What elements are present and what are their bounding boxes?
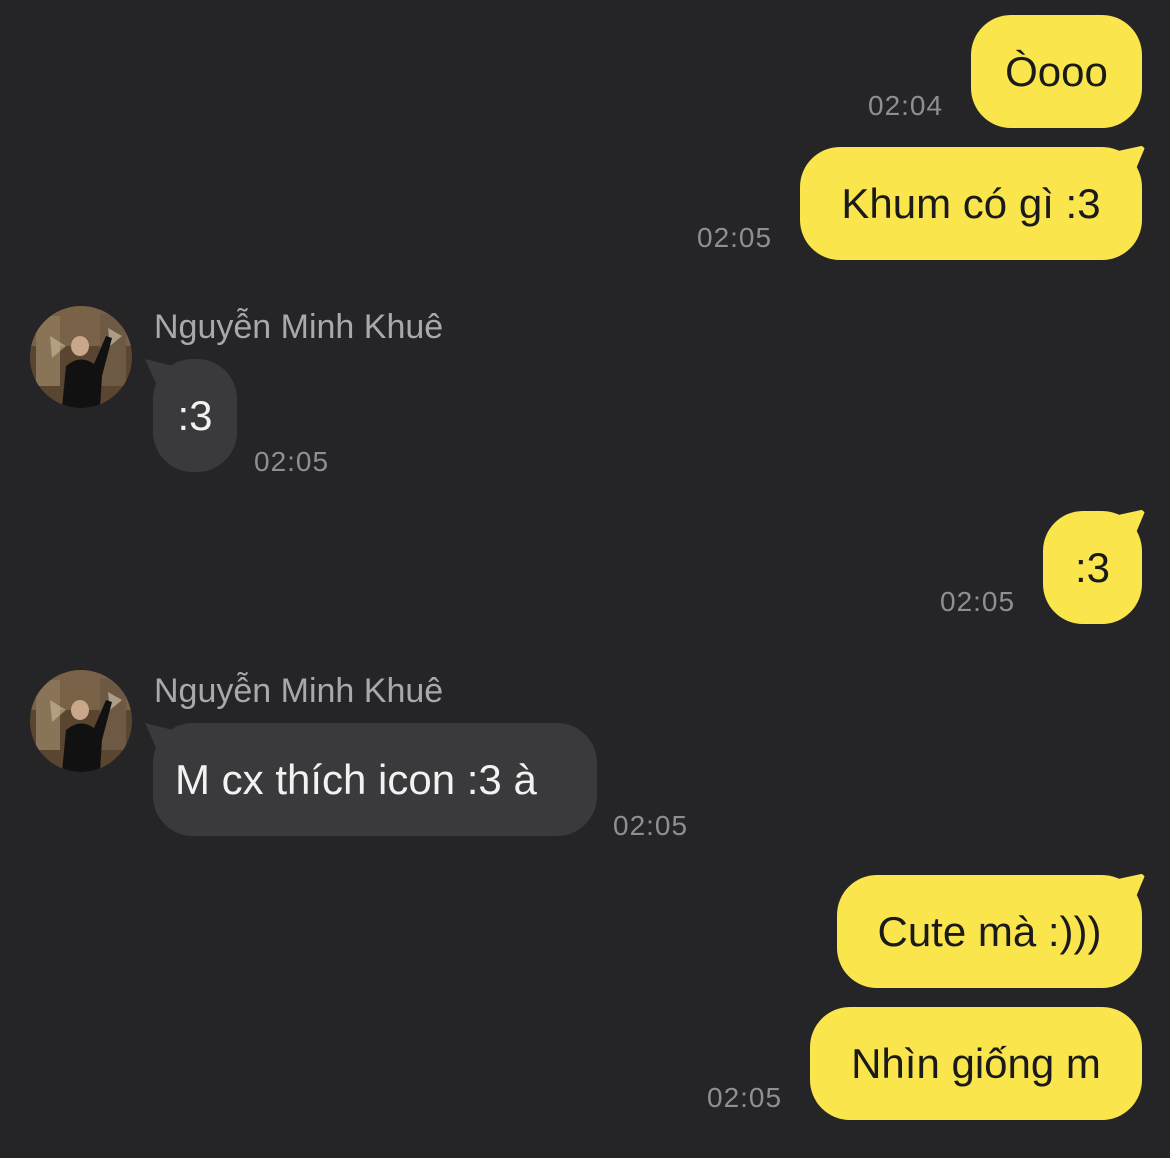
- message-timestamp: 02:05: [697, 222, 773, 253]
- avatar-photo-icon: [30, 670, 132, 772]
- incoming-message-bubble[interactable]: M cx thích icon :3 à: [153, 723, 597, 836]
- sender-name: Nguyễn Minh Khuê: [154, 672, 444, 710]
- message-timestamp: 02:05: [707, 1082, 783, 1113]
- message-timestamp: 02:05: [254, 446, 330, 477]
- outgoing-message-bubble[interactable]: Khum có gì :3: [800, 147, 1142, 260]
- outgoing-message-bubble[interactable]: Cute mà :))): [837, 875, 1142, 988]
- contact-avatar[interactable]: [30, 670, 132, 772]
- sender-name: Nguyễn Minh Khuê: [154, 308, 444, 346]
- message-timestamp: 02:04: [868, 90, 944, 121]
- incoming-message-bubble[interactable]: :3: [153, 359, 237, 472]
- contact-avatar[interactable]: [30, 306, 132, 408]
- message-timestamp: 02:05: [940, 586, 1016, 617]
- outgoing-message-bubble[interactable]: Òooo: [971, 15, 1142, 128]
- outgoing-message-bubble[interactable]: Nhìn giống m: [810, 1007, 1142, 1120]
- avatar-photo-icon: [30, 306, 132, 408]
- outgoing-message-bubble[interactable]: :3: [1043, 511, 1142, 624]
- message-timestamp: 02:05: [613, 810, 689, 841]
